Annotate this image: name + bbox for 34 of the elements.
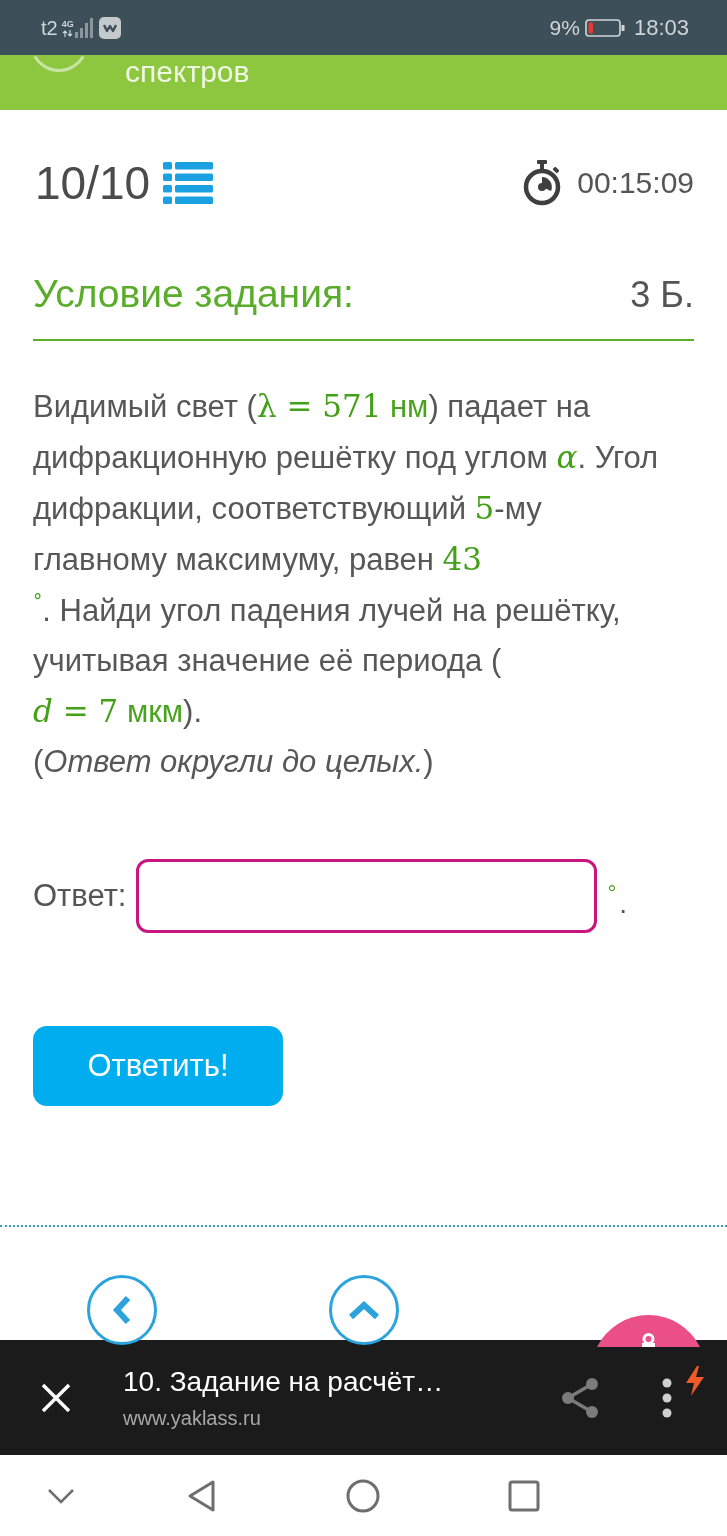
timer-text: 00:15:09 bbox=[577, 164, 694, 201]
home-circle-icon[interactable] bbox=[346, 1478, 380, 1513]
chevron-left-icon bbox=[112, 1295, 132, 1325]
share-icon[interactable] bbox=[560, 1376, 600, 1419]
answer-field[interactable] bbox=[136, 859, 598, 933]
answer-label: Ответ: bbox=[33, 878, 127, 914]
data-arrows-icon bbox=[62, 29, 74, 37]
section-title: спектров bbox=[125, 56, 250, 88]
points-label: 3 Б. bbox=[630, 273, 694, 317]
question-counter: 10/10 bbox=[35, 156, 151, 209]
close-icon[interactable] bbox=[40, 1381, 72, 1414]
chevron-down-icon[interactable] bbox=[47, 1487, 75, 1504]
recents-square-icon[interactable] bbox=[508, 1479, 540, 1512]
page-title[interactable]: 10. Задание на расчёт… bbox=[123, 1364, 444, 1399]
task-text: Видимый свет (λ = 571 нм) падает на дифракционную решётку под углом α. Угол дифракции, соответствующий 5-му главному максимуму, равен 43 $^{°}$. Найди угол падения лучей на решётку, учитывая значение её периода ( d = 7 мкм). bbox=[33, 387, 660, 731]
chevron-up-icon bbox=[348, 1300, 380, 1320]
battery-percent: 9% bbox=[549, 15, 580, 40]
more-options-icon[interactable] bbox=[662, 1377, 672, 1418]
carrier-label: t2 bbox=[41, 16, 58, 39]
ring-arc-icon bbox=[33, 55, 85, 72]
ring-icon bbox=[642, 1333, 655, 1347]
lightning-icon bbox=[684, 1366, 706, 1396]
network-type-label: 4G bbox=[61, 18, 74, 29]
stopwatch-icon bbox=[522, 159, 563, 206]
app-icon bbox=[98, 16, 121, 39]
rounding-note: (Ответ округли до целых.) bbox=[33, 743, 435, 781]
clock-time: 18:03 bbox=[633, 15, 689, 40]
page-url: www.yaklass.ru bbox=[123, 1405, 261, 1431]
floating-action-button[interactable] bbox=[597, 1315, 700, 1347]
task-heading: Условие задания: bbox=[33, 271, 354, 317]
battery-icon bbox=[584, 18, 625, 37]
back-triangle-icon[interactable] bbox=[186, 1478, 216, 1513]
signal-icon bbox=[74, 17, 93, 38]
list-icon[interactable] bbox=[163, 161, 214, 204]
